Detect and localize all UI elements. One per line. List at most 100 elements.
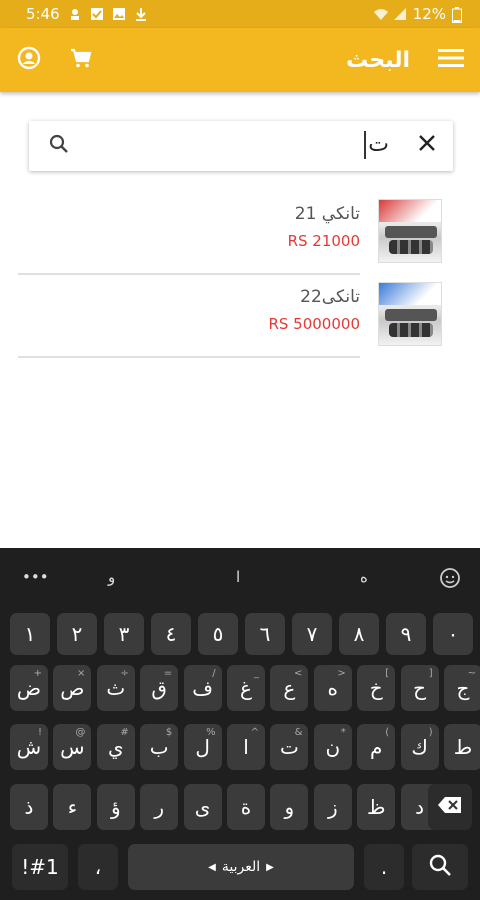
- key-label: ذ: [24, 795, 34, 819]
- suggestion[interactable]: ا: [236, 568, 240, 586]
- menu-button[interactable]: [438, 47, 464, 73]
- letter-key[interactable]: ك): [400, 724, 439, 770]
- digit-key[interactable]: ٨: [339, 613, 379, 655]
- product-price: RS 21000: [287, 232, 360, 250]
- letter-key[interactable]: ط: [444, 724, 480, 770]
- search-input[interactable]: ت: [364, 131, 389, 159]
- digit-key[interactable]: ٥: [198, 613, 238, 655]
- letter-key[interactable]: ع <: [270, 665, 309, 711]
- letter-key[interactable]: و: [270, 784, 309, 830]
- letter-key[interactable]: ذ: [10, 784, 48, 830]
- letter-key[interactable]: ء: [53, 784, 92, 830]
- key-label: ز: [327, 795, 338, 819]
- letter-key[interactable]: ث ÷: [96, 665, 135, 711]
- letter-key[interactable]: ة: [227, 784, 265, 830]
- divider: [18, 356, 360, 358]
- app-bar-actions: [16, 46, 94, 73]
- letter-key[interactable]: ه >: [313, 665, 352, 711]
- key-hint: ~: [467, 668, 476, 679]
- key-label: ف: [192, 676, 213, 700]
- digit-key[interactable]: ٤: [151, 613, 191, 655]
- key-hint: /: [212, 668, 216, 679]
- key-label: ٥: [212, 622, 224, 646]
- key-label: ر: [154, 795, 165, 819]
- account-button[interactable]: [16, 46, 42, 73]
- menu-icon: [438, 48, 464, 72]
- keyboard-settings-icon[interactable]: [438, 566, 462, 594]
- page-title: البحث: [346, 47, 410, 73]
- key-hint: =: [163, 668, 173, 679]
- key-hint: ^: [250, 727, 259, 738]
- digit-key[interactable]: ٩: [386, 613, 426, 655]
- search-icon[interactable]: [49, 134, 69, 158]
- app-bar-title-group: البحث: [346, 47, 464, 73]
- key-hint: (: [385, 727, 390, 738]
- key-label: ت: [279, 735, 299, 759]
- key-label: ٩: [400, 622, 412, 646]
- letter-key[interactable]: خ[: [357, 665, 396, 711]
- digit-key[interactable]: ٣: [104, 613, 144, 655]
- space-label: العربية: [221, 859, 261, 875]
- letter-key[interactable]: ا ^: [227, 724, 265, 770]
- list-item[interactable]: تانكى22 RS 5000000: [18, 275, 450, 358]
- key-hint: *: [340, 727, 346, 738]
- letter-key[interactable]: ؤ: [96, 784, 135, 830]
- letter-key[interactable]: ض +: [10, 665, 48, 711]
- backspace-key[interactable]: [428, 784, 472, 830]
- letter-key[interactable]: ش!: [10, 724, 48, 770]
- key-hint: $: [165, 727, 173, 738]
- letter-key[interactable]: ح]: [400, 665, 439, 711]
- key-label: غ: [240, 676, 252, 700]
- product-thumbnail: [378, 282, 442, 346]
- status-left: 5:46: [26, 5, 148, 23]
- cart-button[interactable]: [68, 47, 94, 73]
- key-label: خ: [369, 676, 383, 700]
- space-key[interactable]: ◀ العربية ▶: [128, 844, 354, 890]
- download-icon: [134, 7, 148, 21]
- letter-key[interactable]: ن *: [313, 724, 352, 770]
- key-hint: &: [294, 727, 303, 738]
- search-results: تانكي 21 RS 21000 تانكى22 RS 5000000: [18, 192, 450, 358]
- key-label: ض: [16, 676, 42, 700]
- more-options-icon[interactable]: •••: [22, 568, 49, 586]
- letter-key[interactable]: ي #: [96, 724, 135, 770]
- key-label: ا: [243, 735, 249, 759]
- letter-key[interactable]: م(: [357, 724, 396, 770]
- key-label: ظ: [366, 795, 386, 819]
- key-label: ح: [413, 676, 427, 700]
- letter-key[interactable]: ى: [183, 784, 222, 830]
- digit-key[interactable]: ٢: [57, 613, 97, 655]
- letter-key[interactable]: غ _: [227, 665, 265, 711]
- key-hint: %: [206, 727, 216, 738]
- letter-key[interactable]: ق =: [140, 665, 179, 711]
- status-bar: 5:46 12%: [0, 0, 480, 28]
- suggestion-bar: ••• و ا ه: [0, 548, 480, 606]
- suggestion[interactable]: و: [108, 568, 115, 586]
- letter-key[interactable]: ز: [313, 784, 352, 830]
- letter-key[interactable]: ل%: [183, 724, 222, 770]
- key-label: ٧: [306, 622, 318, 646]
- list-item[interactable]: تانكي 21 RS 21000: [18, 192, 450, 275]
- clear-icon[interactable]: [417, 133, 437, 157]
- letter-key[interactable]: ظ: [357, 784, 396, 830]
- letter-key[interactable]: ب $: [140, 724, 179, 770]
- key-label: !#1: [21, 855, 59, 879]
- digit-key[interactable]: ٠: [433, 613, 473, 655]
- period-key[interactable]: .: [364, 844, 404, 890]
- key-hint: ]: [428, 668, 433, 679]
- letter-key[interactable]: ر: [140, 784, 179, 830]
- search-key[interactable]: [412, 844, 468, 890]
- key-label: ة: [240, 795, 252, 819]
- digit-key[interactable]: ١: [10, 613, 50, 655]
- letter-key[interactable]: ف /: [183, 665, 222, 711]
- letter-key[interactable]: ت &: [270, 724, 309, 770]
- letter-key[interactable]: س @: [53, 724, 92, 770]
- comma-key[interactable]: ،: [78, 844, 118, 890]
- digit-key[interactable]: ٧: [292, 613, 332, 655]
- letter-key[interactable]: ج ~: [444, 665, 480, 711]
- digit-key[interactable]: ٦: [245, 613, 285, 655]
- search-icon: [428, 853, 452, 882]
- suggestion[interactable]: ه: [360, 568, 368, 586]
- symbols-key[interactable]: !#1: [12, 844, 68, 890]
- letter-key[interactable]: ص ×: [53, 665, 92, 711]
